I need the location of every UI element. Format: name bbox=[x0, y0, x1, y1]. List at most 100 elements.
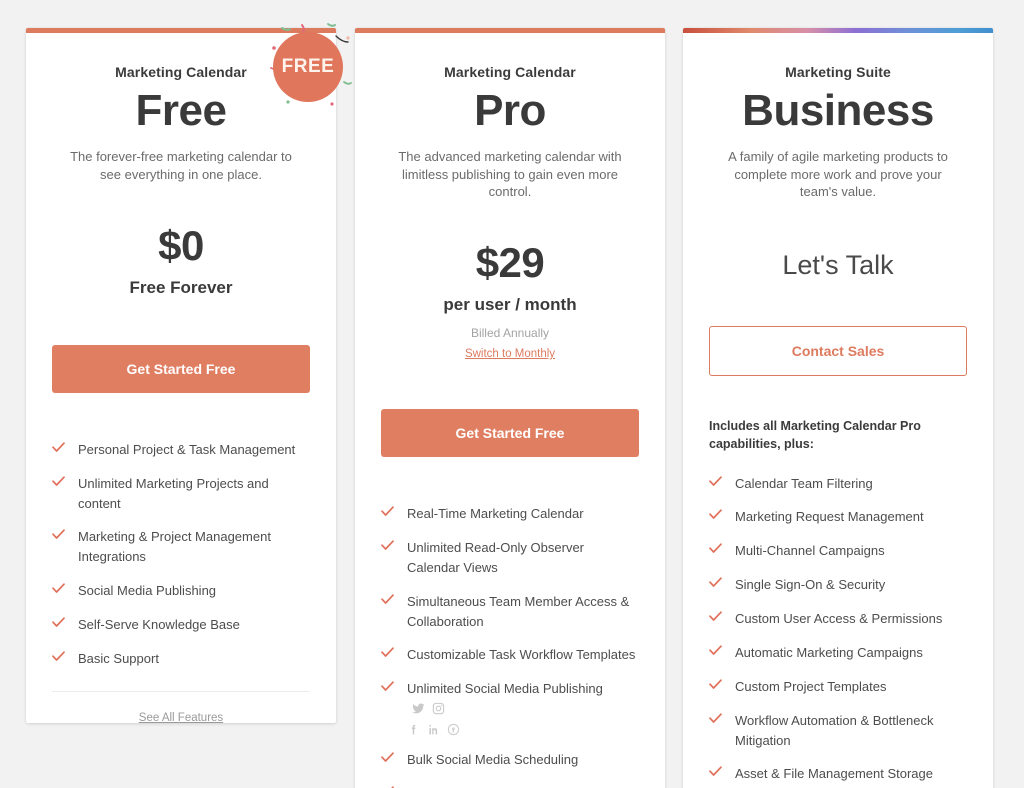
price-block-free: $0 Free Forever bbox=[52, 221, 310, 298]
pricing-card-free: Marketing Calendar Free The forever-free… bbox=[26, 28, 336, 723]
social-network-icons bbox=[412, 702, 445, 715]
card-header-free: Marketing Calendar Free The forever-free… bbox=[52, 28, 310, 183]
see-all-features-wrapper: See All Features bbox=[52, 708, 310, 723]
instagram-icon bbox=[432, 702, 445, 715]
plan-name: Pro bbox=[474, 86, 546, 135]
plan-price-unit: per user / month bbox=[443, 295, 577, 315]
twitter-icon bbox=[412, 702, 425, 715]
pinterest-icon bbox=[447, 723, 460, 736]
feature-item: Marketing & Project Management Integrati… bbox=[52, 527, 310, 567]
feature-label: Asset & File Management Storage bbox=[735, 766, 933, 782]
get-started-free-button[interactable]: Get Started Free bbox=[381, 409, 639, 458]
plan-tagline: The advanced marketing calendar with lim… bbox=[398, 149, 622, 199]
card-top-accent-bar bbox=[355, 28, 665, 33]
linkedin-icon bbox=[427, 723, 440, 736]
feature-label: Customizable Task Workflow Templates bbox=[407, 647, 636, 663]
feature-label: Bulk Social Media Scheduling bbox=[407, 752, 579, 768]
see-all-features-link[interactable]: See All Features bbox=[139, 712, 223, 723]
check-icon bbox=[709, 645, 722, 656]
plan-name: Business bbox=[742, 86, 934, 135]
plan-price: $0 bbox=[158, 221, 204, 269]
check-icon bbox=[709, 475, 722, 487]
check-icon bbox=[709, 679, 722, 690]
check-icon bbox=[381, 752, 394, 763]
feature-item: Customizable Task Workflow Templates bbox=[381, 645, 639, 665]
check-icon bbox=[52, 529, 65, 540]
feature-item: Basic Support bbox=[52, 649, 310, 669]
check-icon bbox=[381, 506, 394, 517]
feature-item: Automatic Marketing Campaigns bbox=[709, 643, 967, 663]
cta-wrapper-business: Contact Sales bbox=[709, 326, 967, 377]
feature-item: Unlimited Marketing Projects and content bbox=[52, 474, 310, 514]
feature-label: Calendar Team Filtering bbox=[735, 475, 873, 491]
contact-sales-button[interactable]: Contact Sales bbox=[709, 326, 967, 377]
card-header-business: Marketing Suite Business A family of agi… bbox=[709, 28, 967, 200]
feature-label: Multi-Channel Campaigns bbox=[735, 543, 885, 559]
feature-item: Single Sign-On & Security bbox=[709, 575, 967, 595]
feature-list-free: Personal Project & Task Management Unlim… bbox=[52, 440, 310, 669]
feature-item: Bulk Social Media Scheduling bbox=[381, 750, 639, 770]
card-header-pro: Marketing Calendar Pro The advanced mark… bbox=[381, 28, 639, 200]
feature-label: Unlimited Social Media Publishing bbox=[407, 681, 603, 697]
card-top-accent-bar bbox=[26, 28, 336, 33]
feature-item: Multi-Channel Campaigns bbox=[709, 541, 967, 561]
check-icon bbox=[381, 540, 394, 551]
feature-item: Social Media Automation & Campaign Templ… bbox=[381, 784, 639, 788]
feature-item: Unlimited Read-Only Observer Calendar Vi… bbox=[381, 538, 639, 578]
feature-item-social: Unlimited Social Media Publishing bbox=[381, 679, 639, 736]
check-icon bbox=[709, 713, 722, 724]
feature-item: Self-Serve Knowledge Base bbox=[52, 615, 310, 635]
check-icon bbox=[381, 594, 394, 605]
switch-to-monthly-link[interactable]: Switch to Monthly bbox=[465, 348, 555, 360]
feature-item: Custom User Access & Permissions bbox=[709, 609, 967, 629]
cta-wrapper-pro: Get Started Free bbox=[381, 409, 639, 458]
get-started-free-button[interactable]: Get Started Free bbox=[52, 344, 310, 393]
pricing-card-business: Marketing Suite Business A family of agi… bbox=[683, 28, 993, 788]
card-top-gradient-bar bbox=[683, 28, 993, 33]
plan-tagline: The forever-free marketing calendar to s… bbox=[70, 149, 292, 182]
feature-label: Automatic Marketing Campaigns bbox=[735, 644, 923, 660]
feature-item: Personal Project & Task Management bbox=[52, 440, 310, 460]
feature-item: Simultaneous Team Member Access & Collab… bbox=[381, 592, 639, 632]
footer-divider bbox=[52, 690, 310, 692]
feature-item: Calendar Team Filtering bbox=[709, 474, 967, 494]
feature-item: Real-Time Marketing Calendar bbox=[381, 504, 639, 524]
check-icon bbox=[52, 476, 65, 487]
feature-label: Marketing Request Management bbox=[735, 509, 924, 525]
pricing-card-pro: Marketing Calendar Pro The advanced mark… bbox=[355, 28, 665, 788]
check-icon bbox=[52, 651, 65, 662]
check-icon bbox=[381, 681, 394, 692]
feature-label: Social Media Automation & Campaign Templ… bbox=[407, 784, 639, 788]
facebook-icon bbox=[407, 723, 420, 736]
feature-item: Marketing Request Management bbox=[709, 507, 967, 527]
feature-item: Workflow Automation & Bottleneck Mitigat… bbox=[709, 711, 967, 751]
feature-list-intro: Includes all Marketing Calendar Pro capa… bbox=[709, 419, 921, 451]
check-icon bbox=[709, 543, 722, 554]
feature-item: Social Media Publishing bbox=[52, 581, 310, 601]
check-icon bbox=[52, 617, 65, 628]
check-icon bbox=[709, 509, 722, 520]
feature-label: Custom Project Templates bbox=[735, 678, 887, 694]
plan-eyebrow: Marketing Calendar bbox=[115, 64, 247, 80]
plan-tagline: A family of agile marketing products to … bbox=[728, 149, 948, 199]
check-icon bbox=[709, 611, 722, 622]
feature-label: Single Sign-On & Security bbox=[735, 577, 886, 593]
billing-note: Billed Annually bbox=[470, 326, 550, 341]
check-icon bbox=[709, 577, 722, 588]
feature-label: Unlimited Read-Only Observer Calendar Vi… bbox=[407, 539, 585, 575]
cta-wrapper-free: Get Started Free bbox=[52, 344, 310, 393]
plan-eyebrow: Marketing Calendar bbox=[444, 64, 576, 80]
feature-list-pro: Real-Time Marketing Calendar Unlimited R… bbox=[381, 504, 639, 788]
feature-label: Self-Serve Knowledge Base bbox=[78, 617, 240, 633]
pricing-page: Marketing Calendar Free The forever-free… bbox=[0, 0, 1024, 788]
feature-label: Unlimited Marketing Projects and content bbox=[78, 475, 269, 511]
plan-price-unit: Free Forever bbox=[129, 277, 233, 297]
feature-list-business: Calendar Team Filtering Marketing Reques… bbox=[709, 474, 967, 788]
plan-eyebrow: Marketing Suite bbox=[785, 64, 891, 80]
feature-label: Custom User Access & Permissions bbox=[735, 611, 943, 627]
check-icon bbox=[381, 647, 394, 658]
social-network-icons-row2 bbox=[407, 723, 639, 736]
plan-price: Let's Talk bbox=[782, 250, 894, 281]
feature-label: Real-Time Marketing Calendar bbox=[407, 506, 584, 522]
plan-name: Free bbox=[135, 86, 227, 135]
